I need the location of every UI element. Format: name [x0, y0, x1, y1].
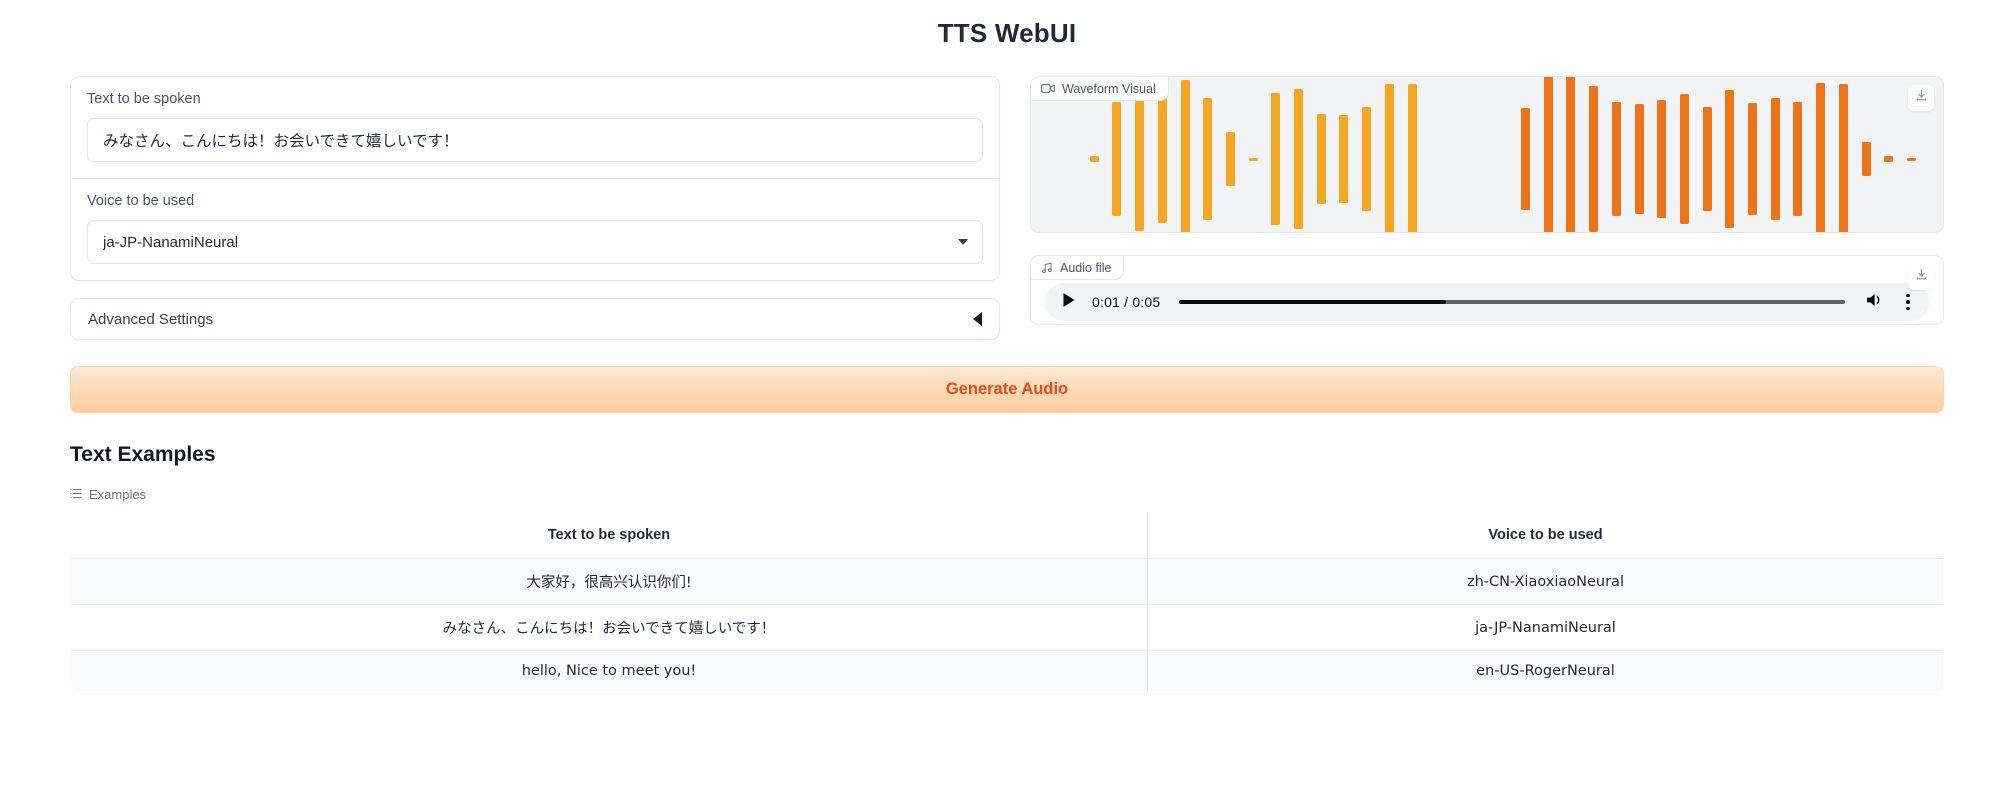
music-note-icon [1041, 262, 1053, 274]
audio-seek-slider[interactable] [1179, 300, 1845, 304]
seek-fill [1179, 300, 1446, 304]
waveform-bar [1793, 101, 1803, 217]
audio-more-menu-button[interactable] [1899, 291, 1917, 313]
audio-player-controls: 0:01 / 0:05 [1045, 283, 1929, 321]
list-icon [70, 487, 82, 502]
waveform-bar [1135, 87, 1145, 231]
waveform-bar [1679, 93, 1689, 225]
waveform-bar [1294, 89, 1303, 229]
voice-select-label: Voice to be used [87, 193, 195, 209]
waveform-bar [1589, 86, 1599, 232]
chevron-down-icon [958, 239, 968, 245]
text-input-label: Text to be spoken [87, 91, 201, 107]
audio-download-button[interactable] [1908, 264, 1934, 290]
download-icon [1915, 268, 1928, 286]
main-content: Text to be spoken みなさん、こんにちは！お会いできて嬉しいです… [0, 49, 2014, 340]
waveform-bar [1180, 79, 1190, 232]
cell-text: hello, Nice to meet you! [521, 663, 697, 679]
waveform-panel-tag: Waveform Visual [1031, 77, 1169, 101]
text-input[interactable]: みなさん、こんにちは！お会いできて嬉しいです！ [87, 118, 983, 162]
volume-icon [1865, 291, 1885, 314]
waveform-bar [1748, 102, 1757, 216]
advanced-settings-label: Advanced Settings [88, 310, 214, 328]
table-row[interactable]: 大家好，很高兴认识你们! zh-CN-XiaoxiaoNeural [71, 558, 1943, 605]
table-header-row: Text to be spoken Voice to be used [71, 512, 1943, 559]
waveform-bar [1543, 77, 1553, 232]
waveform-bar [1770, 98, 1780, 220]
waveform-plot [1031, 77, 1943, 232]
cell-voice: zh-CN-XiaoxiaoNeural [1146, 558, 1943, 605]
column-header-text[interactable]: Text to be spoken [71, 512, 1148, 559]
examples-heading: Text Examples [70, 443, 216, 466]
examples-label: Examples [89, 487, 147, 502]
waveform-bar [1339, 114, 1349, 204]
waveform-bar [1816, 82, 1826, 232]
text-examples-section: Text Examples Examples Text to be spoken… [0, 413, 2014, 692]
waveform-bar [1271, 92, 1281, 226]
waveform-bar [1203, 98, 1213, 220]
kebab-menu-icon [1906, 293, 1910, 311]
column-header-voice[interactable]: Voice to be used [1146, 512, 1943, 559]
generate-audio-button[interactable]: Generate Audio [70, 366, 1944, 413]
audio-file-panel: Audio file 0:01 / 0:05 [1030, 255, 1944, 325]
waveform-bar [1725, 90, 1735, 228]
audio-panel-tag: Audio file [1030, 255, 1125, 280]
volume-button[interactable] [1864, 291, 1886, 313]
waveform-bar [1225, 132, 1235, 186]
waveform-bar [1861, 142, 1871, 176]
table-row[interactable]: みなさん、こんにちは！お会いできて嬉しいです！ ja-JP-NanamiNeura… [71, 604, 1943, 651]
waveform-bar [1407, 84, 1417, 232]
waveform-download-button[interactable] [1908, 85, 1934, 111]
examples-label-row: Examples [70, 487, 1944, 502]
audio-panel-tag-label: Audio file [1060, 260, 1112, 275]
waveform-bar [1362, 106, 1372, 212]
waveform-bar [1112, 101, 1122, 217]
text-field-block: Text to be spoken みなさん、こんにちは！お会いできて嬉しいです… [71, 77, 999, 178]
app-root: TTS WebUI Text to be spoken みなさん、こんにちは！お… [0, 0, 2014, 803]
waveform-bar [1611, 101, 1621, 217]
waveform-bar [1566, 77, 1576, 232]
cell-text: 大家好，很高兴认识你们! [526, 575, 692, 591]
waveform-bar [1838, 83, 1848, 232]
table-row[interactable]: hello, Nice to meet you! en-US-RogerNeura… [71, 650, 1943, 691]
waveform-visual-panel: Waveform Visual [1030, 76, 1944, 233]
waveform-bar [1316, 113, 1326, 205]
output-column: Waveform Visual Audio file 0:01 / 0:05 [1030, 76, 1944, 325]
input-column: Text to be spoken みなさん、こんにちは！お会いできて嬉しいです… [70, 76, 1000, 340]
waveform-bar [1634, 103, 1644, 215]
waveform-bar [1521, 108, 1530, 210]
waveform-bar [1906, 157, 1916, 161]
waveform-bar [1884, 156, 1894, 162]
waveform-bar [1089, 156, 1099, 162]
examples-table: Text to be spoken Voice to be used 大家好，很… [70, 511, 1944, 692]
voice-field-block: Voice to be used ja-JP-NanamiNeural [71, 178, 999, 280]
cell-voice: en-US-RogerNeural [1146, 650, 1943, 691]
input-form-panel: Text to be spoken みなさん、こんにちは！お会いできて嬉しいです… [70, 76, 1000, 281]
waveform-bar [1157, 94, 1167, 224]
waveform-bar [1702, 107, 1712, 211]
cell-text: みなさん、こんにちは！お会いできて嬉しいです！ [442, 621, 776, 637]
audio-time-display: 0:01 / 0:05 [1092, 294, 1161, 310]
play-icon [1062, 292, 1076, 313]
voice-select-value: ja-JP-NanamiNeural [103, 233, 239, 251]
download-icon [1915, 89, 1928, 107]
video-camera-icon [1041, 83, 1055, 94]
voice-select[interactable]: ja-JP-NanamiNeural [87, 220, 983, 264]
waveform-bar [1657, 100, 1667, 218]
play-button[interactable] [1059, 292, 1079, 312]
waveform-bar [1384, 84, 1394, 232]
waveform-bar [1248, 157, 1258, 161]
cell-voice: ja-JP-NanamiNeural [1146, 604, 1943, 651]
caret-left-icon [973, 312, 982, 326]
page-title: TTS WebUI [937, 18, 1077, 48]
waveform-panel-tag-label: Waveform Visual [1062, 81, 1156, 96]
advanced-settings-accordion[interactable]: Advanced Settings [70, 298, 1000, 340]
